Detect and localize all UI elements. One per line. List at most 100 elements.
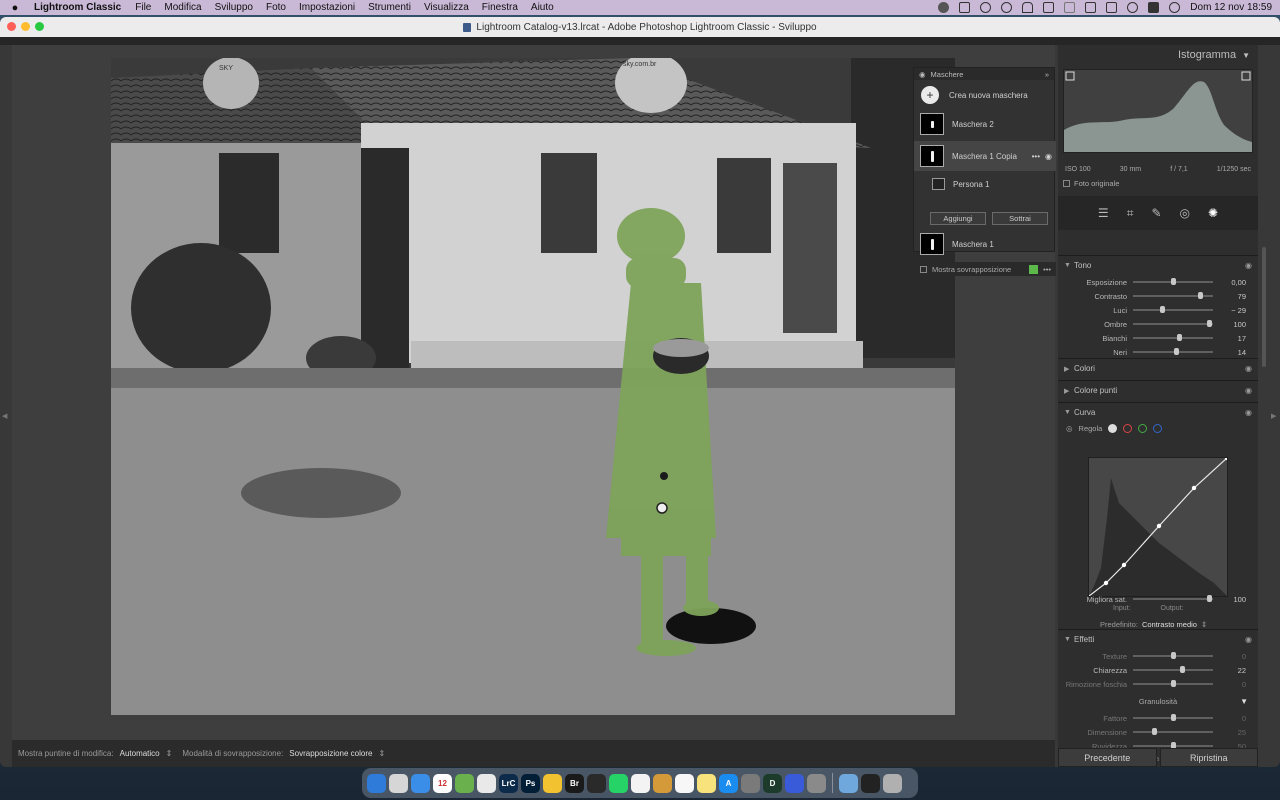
slider-value[interactable]: 0,00 [1213,278,1246,287]
slider-track[interactable] [1133,595,1213,602]
pins-select[interactable]: Automatico [120,749,160,758]
collapse-icon[interactable]: » [1045,70,1049,79]
close-button[interactable] [7,22,16,31]
eye-icon[interactable]: ◉ [1245,364,1252,373]
crop-icon[interactable]: ⌗ [1127,206,1134,221]
slider-knob[interactable] [1207,320,1212,327]
mask-eye-icon[interactable]: ◉ [1045,152,1052,161]
slider-knob[interactable] [1198,292,1204,299]
slider-track[interactable] [1133,652,1213,659]
overlay-mode-select[interactable]: Sovrapposizione colore [289,749,372,758]
curve-header[interactable]: ▼ Curva ◉ [1058,402,1258,422]
mask-item-selected[interactable]: Maschera 1 Copia ••• ◉ [914,141,1056,171]
chrome-icon[interactable] [477,773,496,793]
battery-icon[interactable] [1064,2,1076,13]
norton-icon[interactable] [543,773,562,793]
menu-photo[interactable]: Foto [266,2,286,13]
grain-triangle-icon[interactable]: ▼ [1240,697,1248,706]
slider-row[interactable]: Contrasto 79 [1058,289,1258,303]
menu-window[interactable]: Finestra [482,2,518,13]
preview-icon[interactable] [807,773,826,793]
histogram-header[interactable]: Istogramma ▼ [1058,45,1258,65]
calendar-icon[interactable]: 12 [433,773,452,793]
control-center-icon[interactable] [1148,2,1160,13]
app-store-icon[interactable]: A [719,773,738,793]
launchpad-icon[interactable] [389,773,408,793]
slider-row[interactable]: Fattore 0 [1058,711,1258,725]
slider-value[interactable]: 100 [1213,320,1246,329]
lightroom-classic-icon[interactable]: LrC [499,773,518,793]
slider-value[interactable]: 14 [1213,348,1246,357]
maps-icon[interactable] [455,773,474,793]
slider-track[interactable] [1133,680,1213,687]
slider-track[interactable] [1133,278,1213,285]
add-mask-icon[interactable]: + [921,86,939,104]
mask-item[interactable]: Maschera 1 [914,232,1056,256]
eye-icon[interactable]: ◉ [1245,635,1252,644]
disk-utility-icon[interactable]: D [763,773,782,793]
mail-icon[interactable] [411,773,430,793]
photos-icon[interactable] [631,773,650,793]
reset-button[interactable]: Ripristina [1159,748,1258,767]
slider-row[interactable]: Rimozione foschia 0 [1058,677,1258,691]
slider-row[interactable]: Dimensione 25 [1058,725,1258,739]
slider-knob[interactable] [1179,666,1185,673]
menu-edit[interactable]: Modifica [164,2,201,13]
slider-knob[interactable] [1207,595,1212,602]
minimize-button[interactable] [21,22,30,31]
wifi-off-icon[interactable] [1106,2,1118,13]
terminal-icon[interactable] [861,773,880,793]
slider-track[interactable] [1133,728,1213,735]
slider-track[interactable] [1133,306,1213,313]
slider-row[interactable]: Neri 14 [1058,345,1258,359]
dropbox-icon[interactable] [959,2,971,13]
slider-value[interactable]: 79 [1213,292,1246,301]
slider-knob[interactable] [1171,714,1176,721]
trash-icon[interactable] [883,773,902,793]
slider-knob[interactable] [1151,728,1157,735]
headphones-icon[interactable] [1022,2,1034,13]
color-points-header[interactable]: ▶ Colore punti ◉ [1058,380,1258,400]
eye-icon[interactable]: ◉ [1245,386,1252,395]
effects-header[interactable]: ▼ Effetti ◉ [1058,629,1258,649]
music-icon[interactable] [587,773,606,793]
slider-knob[interactable] [1171,652,1176,659]
stickies-icon[interactable] [653,773,672,793]
slider-row[interactable]: Luci − 29 [1058,303,1258,317]
slider-value[interactable]: 22 [1213,666,1246,675]
channel-white-dot[interactable] [1108,424,1118,433]
settings-icon[interactable] [741,773,760,793]
finder-icon[interactable] [367,773,386,793]
siri-icon[interactable] [1169,2,1181,13]
display-icon[interactable] [1043,2,1055,13]
menu-tools[interactable]: Strumenti [368,2,411,13]
masking-icon[interactable]: ✺ [1208,206,1218,220]
photo-preview[interactable]: SKY sky.com.br [111,58,955,715]
tone-curve-graph[interactable] [1088,455,1230,597]
add-button[interactable]: Aggiungi [930,212,986,225]
menu-view[interactable]: Visualizza [424,2,469,13]
target-adjust-icon[interactable]: ◎ [1066,424,1073,433]
slider-track[interactable] [1133,742,1213,749]
slider-value[interactable]: 0 [1213,652,1246,661]
subtract-button[interactable]: Sottrai [992,212,1048,225]
channel-red-dot[interactable] [1123,424,1133,433]
slider-knob[interactable] [1174,348,1180,355]
reminders-icon[interactable] [675,773,694,793]
mask-item[interactable]: Maschera 2 [914,112,1056,136]
left-panel-arrow-icon[interactable]: ◀ [2,412,7,420]
tone-header[interactable]: ▼ Tono ◉ [1058,255,1258,275]
apple-icon[interactable]: ● [8,2,22,14]
preset-select[interactable]: Contrasto medio [1142,620,1197,629]
colors-header[interactable]: ▶ Colori ◉ [1058,358,1258,378]
menu-help[interactable]: Aiuto [531,2,554,13]
overlay-more-icon[interactable]: ••• [1043,265,1051,274]
slider-value[interactable]: − 29 [1213,306,1246,315]
clock[interactable]: Dom 12 nov 18:59 [1190,2,1272,13]
notes-icon[interactable] [697,773,716,793]
time-machine-icon[interactable] [980,2,992,13]
slider-value[interactable]: 0 [1213,714,1246,723]
slider-track[interactable] [1133,320,1213,327]
slider-value[interactable]: 17 [1213,334,1246,343]
slider-track[interactable] [1133,334,1213,341]
